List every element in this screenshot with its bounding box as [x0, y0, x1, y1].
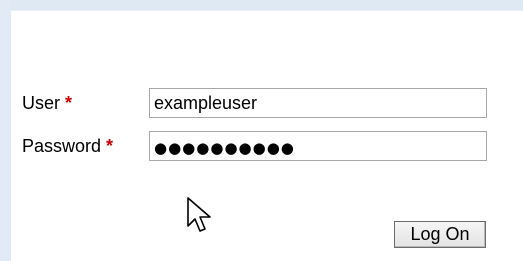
logon-button[interactable]: Log On: [394, 221, 486, 248]
password-input-value: ●●●●●●●●●●: [154, 139, 295, 157]
user-input-value: exampleuser: [154, 93, 258, 113]
required-marker: *: [65, 93, 73, 113]
password-label: Password *: [22, 136, 114, 156]
password-row: Password * ●●●●●●●●●●: [22, 131, 502, 163]
password-input[interactable]: ●●●●●●●●●●: [149, 131, 487, 161]
user-input[interactable]: exampleuser: [149, 88, 487, 118]
user-row: User * exampleuser: [22, 88, 502, 120]
user-label: User *: [22, 93, 73, 113]
arrow-cursor-icon: [186, 196, 214, 236]
logon-page: User * exampleuser Password * ●●●●●●●●●● L…: [0, 0, 523, 261]
left-frame-band: [0, 0, 11, 261]
required-marker: *: [106, 136, 114, 156]
top-frame-band: [0, 0, 523, 11]
